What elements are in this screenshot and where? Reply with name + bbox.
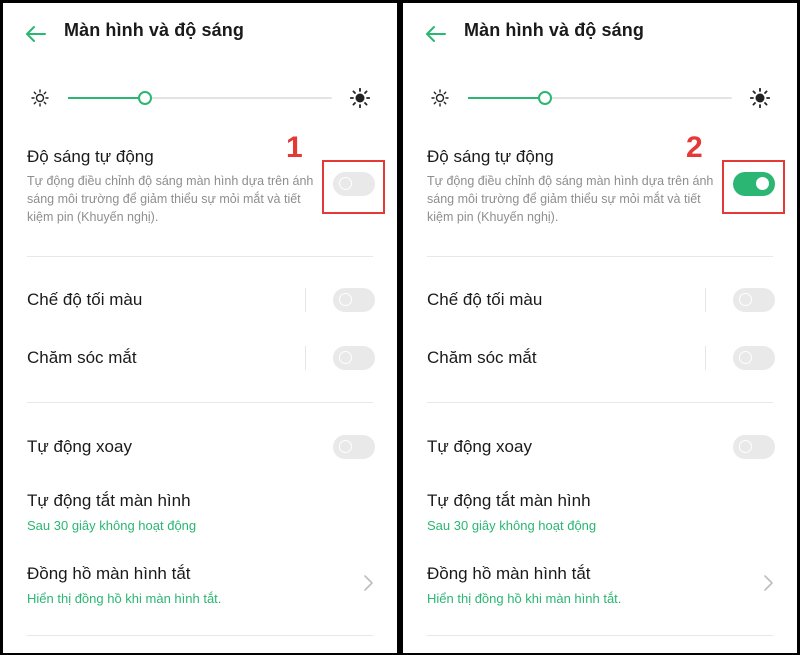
toggle-knob xyxy=(739,440,752,453)
page-title: Màn hình và độ sáng xyxy=(64,20,244,40)
eye-care-label: Chăm sóc mắt xyxy=(427,348,537,367)
highlight-box xyxy=(322,160,385,214)
sun-large-icon xyxy=(750,88,770,108)
toggle-knob xyxy=(339,293,352,306)
divider xyxy=(27,256,373,257)
toggle-knob xyxy=(339,351,352,364)
auto-rotate-toggle[interactable] xyxy=(333,435,375,459)
sun-large-icon xyxy=(350,88,370,108)
auto-brightness-label: Độ sáng tự động xyxy=(427,147,554,166)
divider xyxy=(427,635,773,636)
dark-mode-label: Chế độ tối màu xyxy=(427,290,543,309)
divider xyxy=(427,256,773,257)
eye-care-label: Chăm sóc mắt xyxy=(27,348,137,367)
auto-brightness-description: Tự động điều chỉnh độ sáng màn hình dựa … xyxy=(27,174,314,224)
chevron-right-icon[interactable] xyxy=(361,573,375,593)
brightness-slider-fill xyxy=(68,97,145,99)
divider xyxy=(27,402,373,403)
dark-mode-toggle[interactable] xyxy=(333,288,375,312)
eye-care-toggle[interactable] xyxy=(333,346,375,370)
aod-clock-label[interactable]: Đồng hồ màn hình tắt xyxy=(427,564,591,584)
dark-mode-toggle[interactable] xyxy=(733,288,775,312)
dark-mode-label: Chế độ tối màu xyxy=(27,290,143,309)
settings-screen-step-1: Màn hình và độ sáng Độ sáng tự động Tự đ… xyxy=(3,3,397,653)
sun-small-icon xyxy=(31,89,49,107)
brightness-slider-thumb[interactable] xyxy=(538,91,552,105)
chevron-right-icon[interactable] xyxy=(761,573,775,593)
highlight-box xyxy=(722,160,785,214)
auto-brightness-label: Độ sáng tự động xyxy=(27,147,154,166)
brightness-slider-fill xyxy=(468,97,545,99)
screen-timeout-value: Sau 30 giây không hoạt động xyxy=(427,518,597,533)
step-number: 1 xyxy=(286,131,303,164)
toggle-knob xyxy=(339,440,352,453)
aod-clock-label[interactable]: Đồng hồ màn hình tắt xyxy=(27,564,191,584)
divider xyxy=(705,288,706,312)
arrow-left-icon[interactable] xyxy=(423,21,449,47)
sun-small-icon xyxy=(431,89,449,107)
toggle-knob xyxy=(739,293,752,306)
divider xyxy=(705,346,706,370)
page-title: Màn hình và độ sáng xyxy=(464,20,644,40)
brightness-slider[interactable] xyxy=(468,91,732,105)
divider xyxy=(305,346,306,370)
aod-clock-value: Hiển thị đồng hồ khi màn hình tắt. xyxy=(427,591,622,606)
divider xyxy=(27,635,373,636)
divider xyxy=(305,288,306,312)
auto-brightness-description: Tự động điều chỉnh độ sáng màn hình dựa … xyxy=(427,174,714,224)
settings-screen-step-2: Màn hình và độ sáng Độ sáng tự động Tự đ… xyxy=(403,3,797,653)
auto-rotate-label: Tự động xoay xyxy=(427,437,532,456)
divider xyxy=(427,402,773,403)
screen-timeout-label[interactable]: Tự động tắt màn hình xyxy=(427,491,591,511)
screen-timeout-value: Sau 30 giây không hoạt động xyxy=(27,518,197,533)
screen-timeout-label[interactable]: Tự động tắt màn hình xyxy=(27,491,191,511)
step-number: 2 xyxy=(686,131,703,164)
brightness-slider-thumb[interactable] xyxy=(138,91,152,105)
brightness-slider[interactable] xyxy=(68,91,332,105)
arrow-left-icon[interactable] xyxy=(23,21,49,47)
auto-rotate-label: Tự động xoay xyxy=(27,437,132,456)
eye-care-toggle[interactable] xyxy=(733,346,775,370)
auto-rotate-toggle[interactable] xyxy=(733,435,775,459)
aod-clock-value: Hiển thị đồng hồ khi màn hình tắt. xyxy=(27,591,222,606)
toggle-knob xyxy=(739,351,752,364)
